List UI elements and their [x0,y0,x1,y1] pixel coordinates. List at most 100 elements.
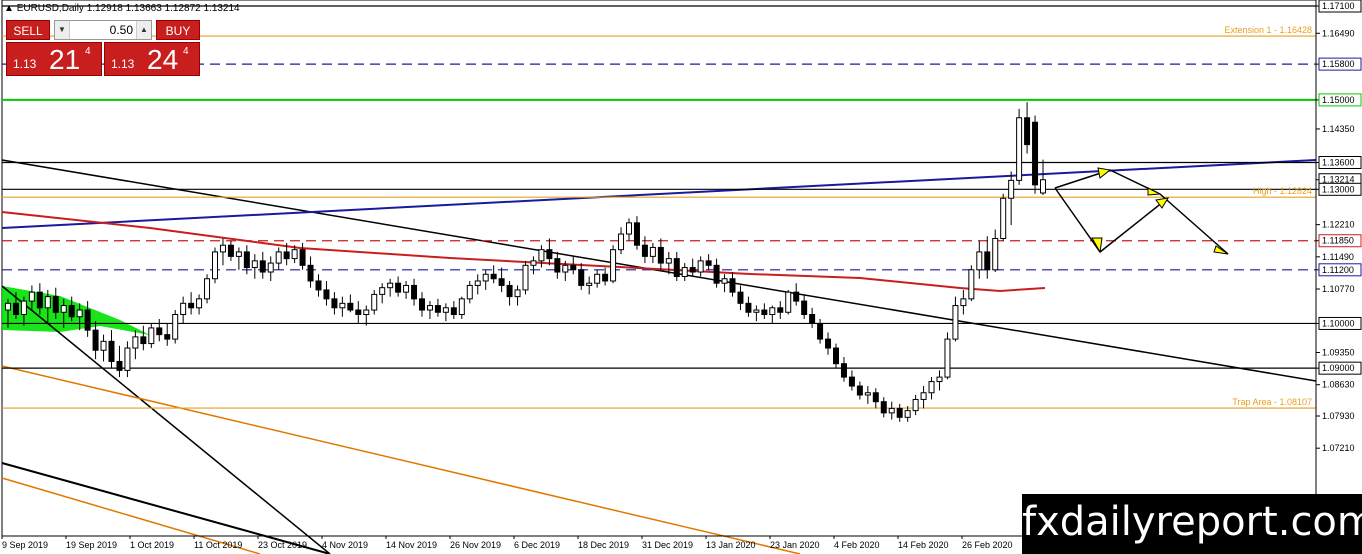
candle-body-28 [227,244,234,257]
candle-body-64 [514,289,521,298]
candle-body-21 [172,314,179,340]
date-tick-label-5: 4 Nov 2019 [322,540,368,550]
candle-body-74 [594,273,601,284]
candle-body-104 [833,347,839,365]
candle-body-130 [1040,179,1046,194]
candle-body-43 [347,302,354,311]
price-tick-label-5: 1.13600 [1322,157,1355,167]
buy-quote[interactable]: 1.13 24 4 [104,42,200,76]
candle-body-90 [721,278,728,284]
candle-body-126 [1008,179,1015,199]
candle-body-93 [745,302,752,313]
candle-body-120 [960,298,967,307]
candle-body-0 [5,302,11,311]
price-tick-label-16: 1.08630 [1322,380,1355,390]
price-chart: Extension 1 - 1.16428 High - 1.12824 Trap … [1,0,1362,554]
candle-body-1 [12,302,19,316]
candle-body-56 [450,307,457,316]
candle-body-31 [251,260,258,269]
candle-body-15 [124,347,131,371]
candle-body-77 [618,233,625,251]
candle-body-100 [801,300,808,316]
candle-body-85 [681,267,688,278]
collapse-icon[interactable]: ▲ [4,3,17,14]
candle-body-83 [665,258,672,264]
candle-body-42 [339,302,346,309]
price-tick-label-7: 1.13000 [1322,184,1355,194]
candle-body-129 [1032,121,1039,186]
buy-button[interactable]: BUY [156,20,200,40]
candle-body-51 [411,284,418,300]
buy-quote-fraction: 4 [183,46,189,57]
candle-body-30 [243,251,250,269]
candle-body-5 [44,296,51,309]
sell-quote[interactable]: 1.13 21 4 [6,42,102,76]
lot-size-input[interactable]: 0.50 [71,21,135,39]
candle-body-24 [196,298,203,309]
candle-body-70 [562,264,569,273]
date-tick-label-9: 18 Dec 2019 [578,540,629,550]
candle-body-2 [20,300,27,316]
chart-title-text: EURUSD,Daily 1.12918 1.13663 1.12872 1.1… [16,3,240,14]
lot-size-stepper[interactable]: ▼ 0.50 ▲ [54,20,152,40]
candle-body-71 [570,264,577,271]
candle-body-68 [546,249,553,260]
candle-body-80 [641,244,648,257]
date-tick-label-7: 26 Nov 2019 [450,540,501,550]
candle-body-37 [299,249,306,266]
candle-body-86 [689,267,696,273]
candle-body-98 [785,291,792,313]
candle-body-20 [164,334,171,340]
candle-body-113 [904,410,911,418]
candle-body-12 [100,340,107,351]
candle-body-66 [530,260,537,266]
price-tick-label-1: 1.16490 [1322,28,1355,38]
candle-body-44 [355,309,362,316]
chevron-up-icon[interactable]: ▲ [136,21,151,39]
one-click-trading-panel: SELL ▼ 0.50 ▲ BUY 1.13 21 4 1.13 24 4 [6,20,200,76]
candle-body-58 [466,284,473,300]
sell-quote-pips: 21 [49,44,81,75]
candle-body-54 [434,305,441,313]
candle-body-79 [633,222,640,246]
candle-body-101 [809,314,816,324]
candle-body-27 [219,244,226,253]
date-tick-label-12: 23 Jan 2020 [770,540,820,550]
date-tick-label-2: 1 Oct 2019 [130,540,174,550]
candle-body-82 [657,246,664,264]
candle-body-95 [761,309,768,316]
watermark: fxdailyreport.com [1022,494,1362,554]
candle-body-116 [928,381,935,394]
candle-body-112 [896,407,903,418]
candle-body-36 [291,249,298,260]
chart-title: ▲ EURUSD,Daily 1.12918 1.13663 1.12872 1… [4,3,240,14]
candle-body-107 [856,385,863,396]
candle-body-7 [60,305,67,313]
candle-body-73 [586,282,593,286]
level-label-6: High - 1.12824 [1253,186,1312,196]
candle-body-127 [1016,117,1023,181]
candle-body-8 [68,305,75,318]
candle-body-123 [984,251,991,271]
price-tick-label-10: 1.11490 [1322,252,1354,262]
price-tick-label-0: 1.17100 [1322,1,1355,11]
candle-body-111 [888,407,895,414]
buy-quote-prefix: 1.13 [111,57,135,71]
date-tick-label-11: 13 Jan 2020 [706,540,756,550]
candle-body-96 [769,307,776,316]
chart-area: Extension 1 - 1.16428 High - 1.12824 Trap … [0,0,1362,554]
candle-body-40 [323,289,330,300]
date-tick-label-6: 14 Nov 2019 [386,540,437,550]
sell-button[interactable]: SELL [6,20,50,40]
candle-body-52 [419,298,425,311]
candle-body-18 [148,327,155,345]
date-tick-label-15: 26 Feb 2020 [962,540,1013,550]
candle-body-72 [578,269,585,286]
candle-body-59 [474,280,481,286]
candle-body-53 [426,305,433,311]
candle-body-60 [482,273,489,282]
chevron-down-icon[interactable]: ▼ [55,21,70,39]
candle-body-26 [212,251,218,280]
candle-body-118 [944,338,951,378]
candle-body-6 [52,296,59,313]
